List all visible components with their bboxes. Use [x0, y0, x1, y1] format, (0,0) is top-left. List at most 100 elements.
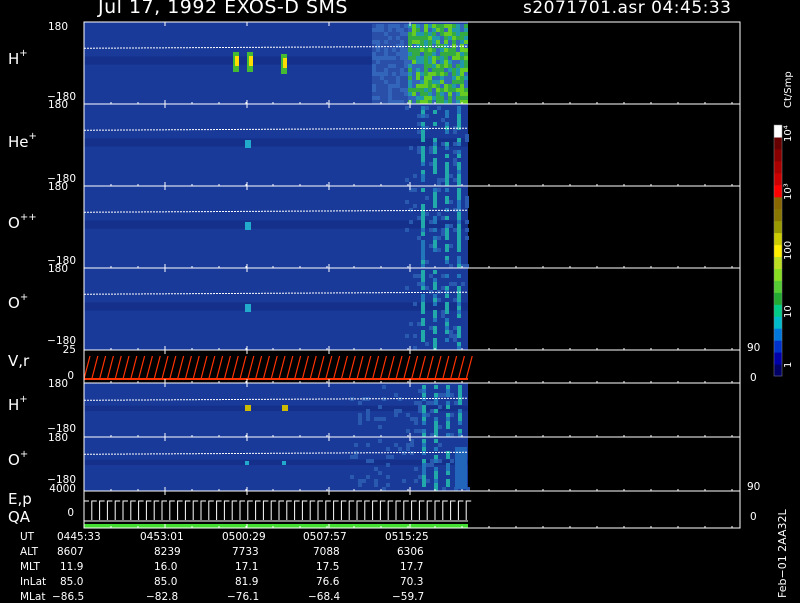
spectrogram-cell — [445, 330, 449, 334]
spectrogram-cell — [396, 40, 400, 44]
spectrogram-cell — [376, 60, 380, 64]
spectrogram-cell — [283, 58, 287, 68]
footer-cell: 17.1 — [235, 561, 259, 573]
spectrogram-cell — [428, 52, 432, 56]
spectrogram-cell — [464, 48, 468, 52]
spectrogram-cell — [413, 302, 417, 306]
spectrogram-cell — [444, 68, 448, 72]
spectrogram-cell — [422, 433, 426, 437]
spectrogram-cell — [446, 455, 450, 459]
spectrogram-cell — [452, 64, 456, 68]
spectrogram-cell — [409, 220, 413, 224]
spectrogram-cell — [412, 76, 416, 80]
spectrogram-cell — [445, 228, 449, 232]
spectrogram-cell — [392, 32, 396, 36]
spectrogram-cell — [433, 330, 437, 334]
spectrogram-cell — [422, 483, 426, 487]
spectrogram-cell — [416, 84, 420, 88]
spectrogram-cell — [464, 24, 468, 28]
spectrogram-cell — [416, 24, 420, 28]
spectrogram-cell — [408, 68, 412, 72]
spectrogram-cell — [350, 475, 354, 479]
footer-cell: 85.0 — [60, 576, 84, 588]
spectrogram-cell — [424, 36, 428, 40]
spectrogram-cell — [416, 68, 420, 72]
spectrogram-cell — [372, 40, 376, 44]
spectrogram-cell — [392, 44, 396, 48]
spectrogram-cell — [421, 170, 425, 174]
spectrogram-cell — [445, 122, 449, 126]
spectrogram-cell — [452, 68, 456, 72]
spectrogram-cell — [421, 338, 425, 342]
spectrogram-cell — [422, 471, 426, 475]
spectrogram-cell — [400, 100, 404, 104]
spectrogram-cell — [425, 196, 429, 200]
spectrogram-cell — [433, 122, 437, 126]
spectrogram-cell — [445, 294, 449, 298]
colorbar-segment — [774, 268, 782, 281]
spectrogram-cell — [384, 92, 388, 96]
spectrogram-cell — [457, 204, 461, 208]
spectrogram-cell — [445, 256, 449, 260]
spectrogram-cell — [380, 64, 384, 68]
spectrogram-cell — [456, 76, 460, 80]
spectrogram-cell — [282, 405, 288, 411]
spectrogram-cell — [436, 68, 440, 72]
spectrogram-cell — [445, 322, 449, 326]
spectrogram-cell — [422, 467, 426, 471]
spectrogram-cell — [433, 236, 437, 240]
spectrogram-cell — [436, 72, 440, 76]
spectrogram-cell — [457, 286, 461, 290]
spectrogram-cell — [464, 100, 468, 104]
spectrogram-cell — [380, 56, 384, 60]
spectrogram-cell — [384, 60, 388, 64]
plot-title: Jul 17, 1992 EXOS-D SMS — [98, 0, 348, 18]
spectrogram-cell — [445, 310, 449, 314]
spectrogram-cell — [437, 236, 441, 240]
spectrogram-cell — [434, 401, 438, 405]
spectrogram-cell — [449, 264, 453, 268]
panel-background-ep-qa — [84, 491, 468, 528]
spectrogram-cell — [445, 110, 449, 114]
spectrogram-cell — [405, 228, 409, 232]
spectrogram-cell — [452, 28, 456, 32]
spectrogram-cell — [437, 182, 441, 186]
spectrogram-cell — [460, 88, 464, 92]
spectrogram-cell — [418, 389, 422, 393]
ytick-max: 4000 — [49, 483, 76, 495]
spectrogram-cell — [421, 106, 425, 110]
colorbar-tick: 10³ — [783, 183, 794, 200]
spectrogram-cell — [420, 76, 424, 80]
spectrogram-cell — [428, 84, 432, 88]
spectrogram-cell — [432, 76, 436, 80]
footer-row-label: MLT — [20, 561, 40, 573]
spectrogram-cell — [380, 88, 384, 92]
spectrogram-cell — [396, 44, 400, 48]
spectrogram-cell — [421, 252, 425, 256]
spectrogram-cell — [441, 142, 445, 146]
spectrogram-cell — [396, 28, 400, 32]
spectrogram-cell — [448, 56, 452, 60]
spectrogram-cell — [445, 188, 449, 192]
spectrogram-cell — [465, 196, 469, 200]
spectrogram-cell — [400, 72, 404, 76]
spectrogram-cell — [428, 96, 432, 100]
colorbar-segment — [774, 208, 782, 222]
spectrogram-cell — [366, 459, 370, 463]
spectrogram-cell — [372, 88, 376, 92]
spectrogram-cell — [460, 96, 464, 100]
spectrogram-cell — [436, 60, 440, 64]
spectrogram-cell — [422, 385, 426, 389]
spectrogram-cell — [396, 100, 400, 104]
spectrogram-cell — [428, 68, 432, 72]
footer-cell: −68.4 — [308, 591, 341, 603]
spectrogram-cell — [456, 100, 460, 104]
spectrogram-cell — [445, 130, 449, 134]
spectrogram-cell — [422, 447, 426, 451]
spectrogram-cell — [457, 274, 461, 278]
spectrogram-cell — [422, 389, 426, 393]
spectrogram-cell — [452, 72, 456, 76]
spectrogram-cell — [384, 80, 388, 84]
panel-label-o-plus-2: O+ — [8, 449, 29, 469]
rtick-min: 0 — [750, 372, 757, 384]
